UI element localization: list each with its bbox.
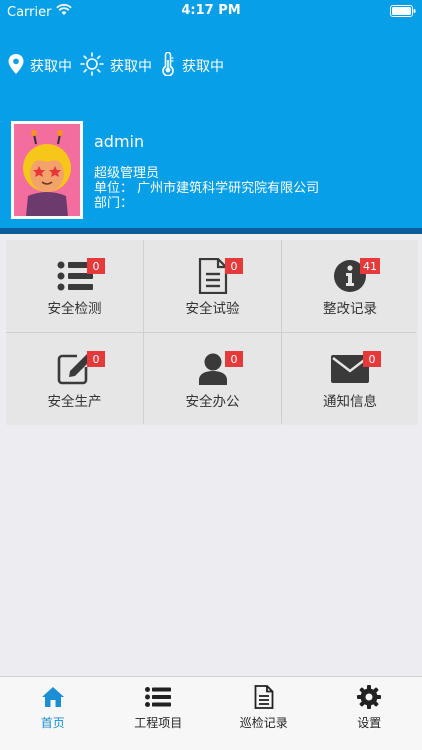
avatar[interactable] — [11, 121, 83, 219]
location-text: 获取中 — [30, 59, 72, 75]
battery-icon — [390, 5, 416, 21]
home-icon — [40, 685, 66, 709]
tab-projects[interactable]: 工程项目 — [106, 677, 212, 750]
grid-item-label: 通知信息 — [323, 394, 377, 410]
grid-item-notifications[interactable]: 0 通知信息 — [282, 333, 418, 425]
tab-settings[interactable]: 设置 — [317, 677, 422, 750]
grid-item-safety-inspection[interactable]: 0 安全检测 — [6, 240, 143, 332]
tab-label: 工程项目 — [134, 716, 183, 730]
count-badge: 0 — [225, 351, 243, 367]
grid-item-label: 整改记录 — [323, 301, 377, 317]
temperature-text: 获取中 — [182, 59, 224, 75]
grid-item-label: 安全试验 — [185, 301, 240, 317]
document-icon — [251, 685, 277, 709]
grid-item-label: 安全检测 — [47, 301, 102, 317]
tab-inspection-records[interactable]: 巡检记录 — [211, 677, 317, 750]
grid-item-safety-office[interactable]: 0 安全办公 — [144, 333, 281, 425]
sun-icon — [80, 52, 110, 80]
tab-home[interactable]: 首页 — [0, 677, 106, 750]
tab-label: 巡检记录 — [239, 716, 288, 730]
grid-item-label: 安全生产 — [47, 394, 102, 410]
thermometer-icon — [160, 51, 182, 80]
profile-department: 部门： — [94, 196, 134, 211]
profile-name: admin — [94, 132, 145, 151]
tab-label: 首页 — [40, 716, 65, 730]
header: Carrier 4:17 PM 获取中 获取中 获取中 admin 超级管理员 … — [0, 0, 422, 228]
temperature-item: 获取中 — [160, 51, 224, 80]
weather-item: 获取中 — [80, 52, 152, 80]
count-badge: 0 — [87, 258, 105, 274]
grid-item-label: 安全办公 — [185, 394, 240, 410]
location-item: 获取中 — [8, 54, 72, 78]
count-badge: 0 — [363, 351, 381, 367]
status-bar: Carrier 4:17 PM — [0, 0, 422, 22]
gear-icon — [356, 685, 382, 709]
module-grid: 0 安全检测 0 安全试验 41 整改记录 0 安全生产 0 安全办公 0 通知… — [6, 240, 418, 425]
list-icon — [145, 685, 172, 709]
grid-item-safety-test[interactable]: 0 安全试验 — [144, 240, 281, 332]
count-badge: 0 — [87, 351, 105, 367]
header-divider — [0, 228, 422, 234]
weather-row: 获取中 获取中 获取中 — [8, 51, 232, 80]
count-badge: 41 — [360, 258, 380, 274]
status-time: 4:17 PM — [181, 3, 241, 18]
grid-item-safe-production[interactable]: 0 安全生产 — [6, 333, 143, 425]
avatar-image — [14, 124, 80, 216]
count-badge: 0 — [225, 258, 243, 274]
location-pin-icon — [8, 54, 30, 78]
tab-bar: 首页 工程项目 巡检记录 设置 — [0, 676, 422, 750]
weather-text: 获取中 — [110, 59, 152, 75]
grid-item-rectification-records[interactable]: 41 整改记录 — [282, 240, 418, 332]
tab-label: 设置 — [357, 716, 382, 730]
